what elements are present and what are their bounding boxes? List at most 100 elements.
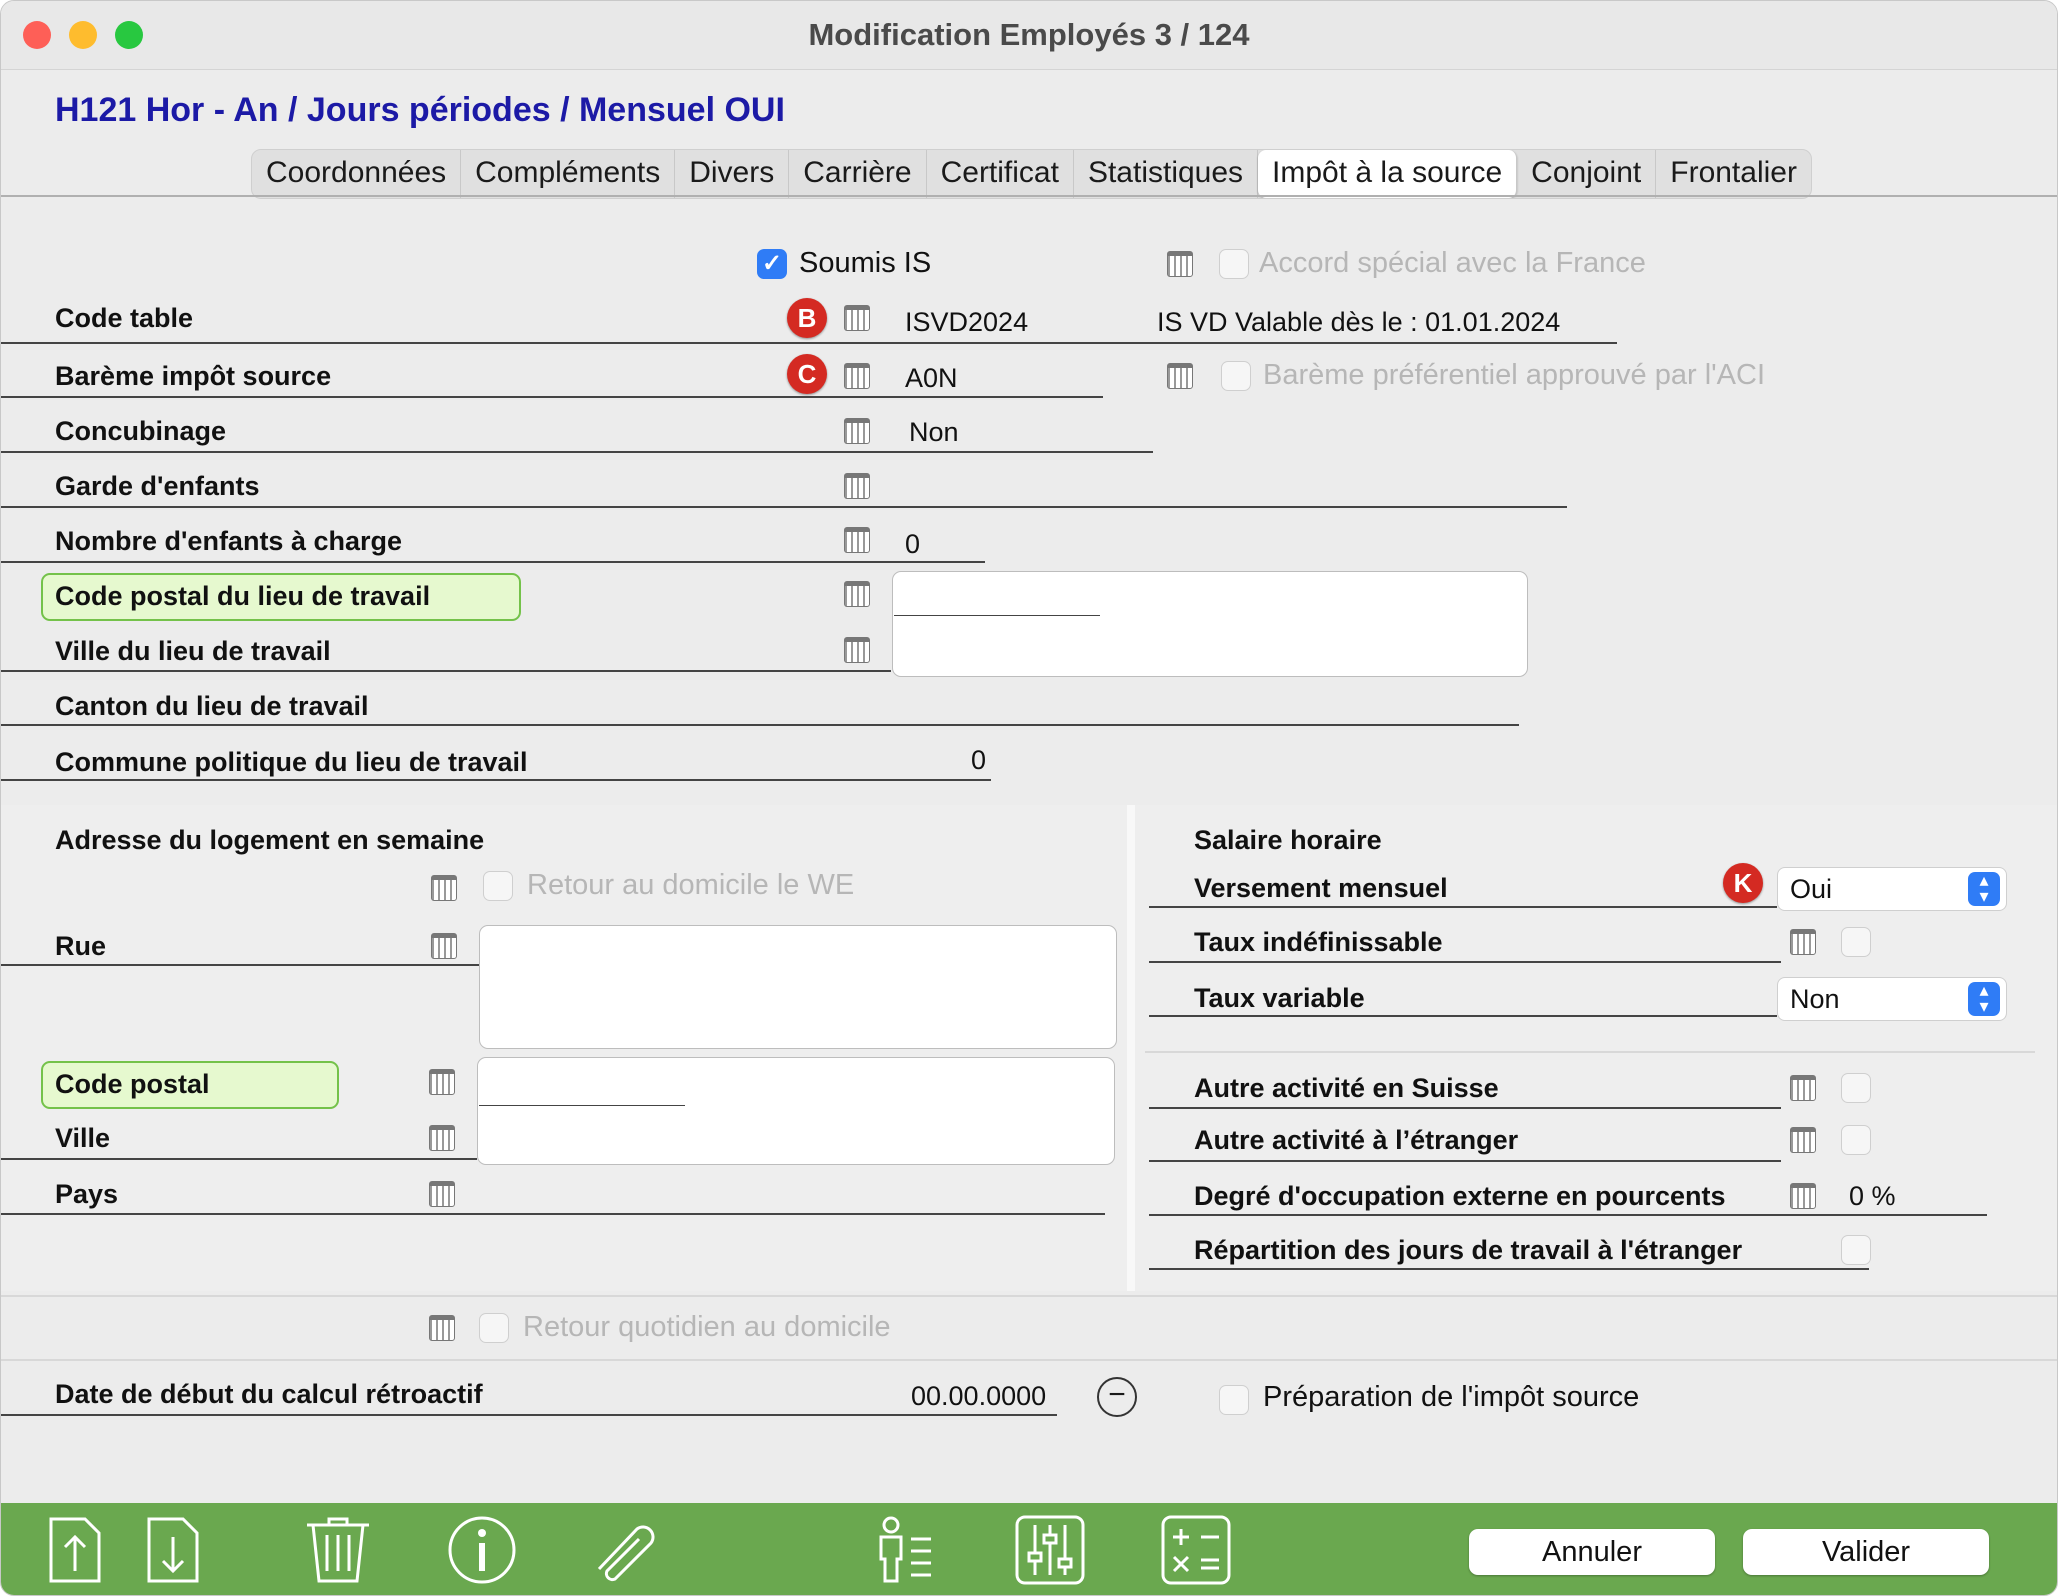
tab-coordonnees[interactable]: Coordonnées — [252, 150, 462, 198]
minus-circle-icon[interactable]: − — [1097, 1377, 1137, 1417]
badge-b[interactable]: B — [787, 298, 827, 338]
taux-variable-select[interactable]: Non ▴ ▾ — [1777, 977, 2007, 1021]
rue-label: Rue — [55, 931, 107, 961]
tab-conjoint[interactable]: Conjoint — [1517, 150, 1657, 198]
autre-etranger-label: Autre activité à l’étranger — [1194, 1125, 1519, 1155]
taux-indef-checkbox[interactable] — [1841, 927, 1871, 957]
calendar-icon[interactable] — [844, 305, 870, 331]
employee-subtitle: H121 Hor - An / Jours périodes / Mensuel… — [55, 91, 785, 129]
badge-k[interactable]: K — [1723, 863, 1763, 903]
commune-travail-value[interactable]: 0 — [971, 745, 986, 776]
tab-frontalier[interactable]: Frontalier — [1656, 150, 1811, 198]
tab-carriere[interactable]: Carrière — [789, 150, 927, 198]
bareme-value[interactable]: A0N — [905, 363, 958, 394]
calendar-icon[interactable] — [1167, 251, 1193, 277]
tab-divers[interactable]: Divers — [675, 150, 790, 198]
row-underline — [1, 451, 1153, 453]
row-underline — [1, 724, 1519, 726]
calendar-icon[interactable] — [844, 418, 870, 444]
sliders-icon[interactable] — [1015, 1515, 1085, 1585]
pays-label: Pays — [55, 1179, 119, 1209]
lieu-travail-field[interactable] — [892, 571, 1528, 677]
preparation-checkbox[interactable] — [1219, 1385, 1249, 1415]
attachment-icon[interactable] — [589, 1515, 663, 1585]
row-underline — [1149, 1214, 1987, 1216]
calculator-icon[interactable] — [1161, 1515, 1231, 1585]
calendar-icon[interactable] — [431, 933, 457, 959]
section-separator — [1, 1359, 2057, 1361]
date-retro-label: Date de début du calcul rétroactif — [55, 1379, 483, 1409]
concubinage-value[interactable]: Non — [909, 417, 959, 448]
tab-divider — [1, 195, 2057, 197]
calendar-icon[interactable] — [844, 473, 870, 499]
versement-label: Versement mensuel — [1194, 873, 1448, 903]
row-underline — [1, 396, 1103, 398]
panel-divider — [1127, 805, 1135, 1291]
calendar-icon[interactable] — [1790, 929, 1816, 955]
section-separator — [1145, 1051, 2035, 1053]
retour-we-checkbox[interactable] — [483, 871, 513, 901]
accord-special-checkbox[interactable] — [1219, 249, 1249, 279]
taux-variable-label: Taux variable — [1194, 983, 1365, 1013]
row-underline — [1149, 1160, 1781, 1162]
ok-button[interactable]: Valider — [1743, 1529, 1989, 1575]
calendar-icon[interactable] — [429, 1125, 455, 1151]
retour-quotidien-checkbox[interactable] — [479, 1313, 509, 1343]
field-underline — [479, 1105, 685, 1106]
export-icon[interactable] — [45, 1515, 105, 1585]
tab-statistiques[interactable]: Statistiques — [1074, 150, 1259, 198]
ville-travail-label: Ville du lieu de travail — [55, 636, 331, 666]
calendar-icon[interactable] — [431, 875, 457, 901]
chevron-updown-icon: ▴ ▾ — [1968, 981, 2000, 1016]
calendar-icon[interactable] — [1167, 363, 1193, 389]
bareme-pref-checkbox[interactable] — [1221, 361, 1251, 391]
calendar-icon[interactable] — [429, 1181, 455, 1207]
info-icon[interactable] — [447, 1515, 517, 1585]
rue-field[interactable] — [479, 925, 1117, 1049]
degre-occupation-value[interactable]: 0 % — [1849, 1181, 1896, 1212]
code-table-value[interactable]: ISVD2024 — [905, 307, 1028, 338]
concubinage-label: Concubinage — [55, 416, 227, 446]
tab-certificat[interactable]: Certificat — [927, 150, 1074, 198]
versement-select[interactable]: Oui ▴ ▾ — [1777, 867, 2007, 911]
tab-impot-source[interactable]: Impôt à la source — [1258, 150, 1518, 198]
row-underline — [1149, 1107, 1781, 1109]
calendar-icon[interactable] — [1790, 1183, 1816, 1209]
retour-we-label: Retour au domicile le WE — [527, 869, 855, 901]
row-underline — [1, 964, 479, 966]
calendar-icon[interactable] — [1790, 1127, 1816, 1153]
taux-variable-value: Non — [1790, 984, 1840, 1014]
person-list-icon[interactable] — [873, 1515, 937, 1585]
row-underline — [1, 670, 891, 672]
row-underline — [1, 1158, 477, 1160]
trash-icon[interactable] — [303, 1515, 373, 1585]
calendar-icon[interactable] — [844, 581, 870, 607]
code-table-info: IS VD Valable dès le : 01.01.2024 — [1157, 307, 1561, 337]
logement-heading: Adresse du logement en semaine — [55, 825, 485, 855]
calendar-icon[interactable] — [844, 527, 870, 553]
cancel-button[interactable]: Annuler — [1469, 1529, 1715, 1575]
calendar-icon[interactable] — [1790, 1075, 1816, 1101]
code-postal-label: Code postal — [55, 1069, 210, 1099]
calendar-icon[interactable] — [844, 363, 870, 389]
calendar-icon[interactable] — [429, 1315, 455, 1341]
nb-enfants-value[interactable]: 0 — [905, 529, 920, 560]
tab-complements[interactable]: Compléments — [461, 150, 676, 198]
badge-c[interactable]: C — [787, 354, 827, 394]
row-underline — [1149, 961, 1781, 963]
adresse-field[interactable] — [477, 1057, 1115, 1165]
date-retro-value[interactable]: 00.00.0000 — [911, 1381, 1046, 1412]
soumis-is-checkbox[interactable]: ✓ — [757, 249, 787, 279]
canton-travail-label: Canton du lieu de travail — [55, 691, 369, 721]
field-underline — [894, 615, 1100, 616]
bareme-pref-label: Barème préférentiel approuvé par l'ACI — [1263, 359, 1766, 391]
calendar-icon[interactable] — [429, 1069, 455, 1095]
code-table-label: Code table — [55, 303, 194, 333]
row-underline — [1, 779, 991, 781]
window: Modification Employés 3 / 124 H121 Hor -… — [0, 0, 2058, 1596]
repartition-checkbox[interactable] — [1841, 1235, 1871, 1265]
calendar-icon[interactable] — [844, 637, 870, 663]
autre-etranger-checkbox[interactable] — [1841, 1125, 1871, 1155]
import-icon[interactable] — [143, 1515, 203, 1585]
autre-suisse-checkbox[interactable] — [1841, 1073, 1871, 1103]
